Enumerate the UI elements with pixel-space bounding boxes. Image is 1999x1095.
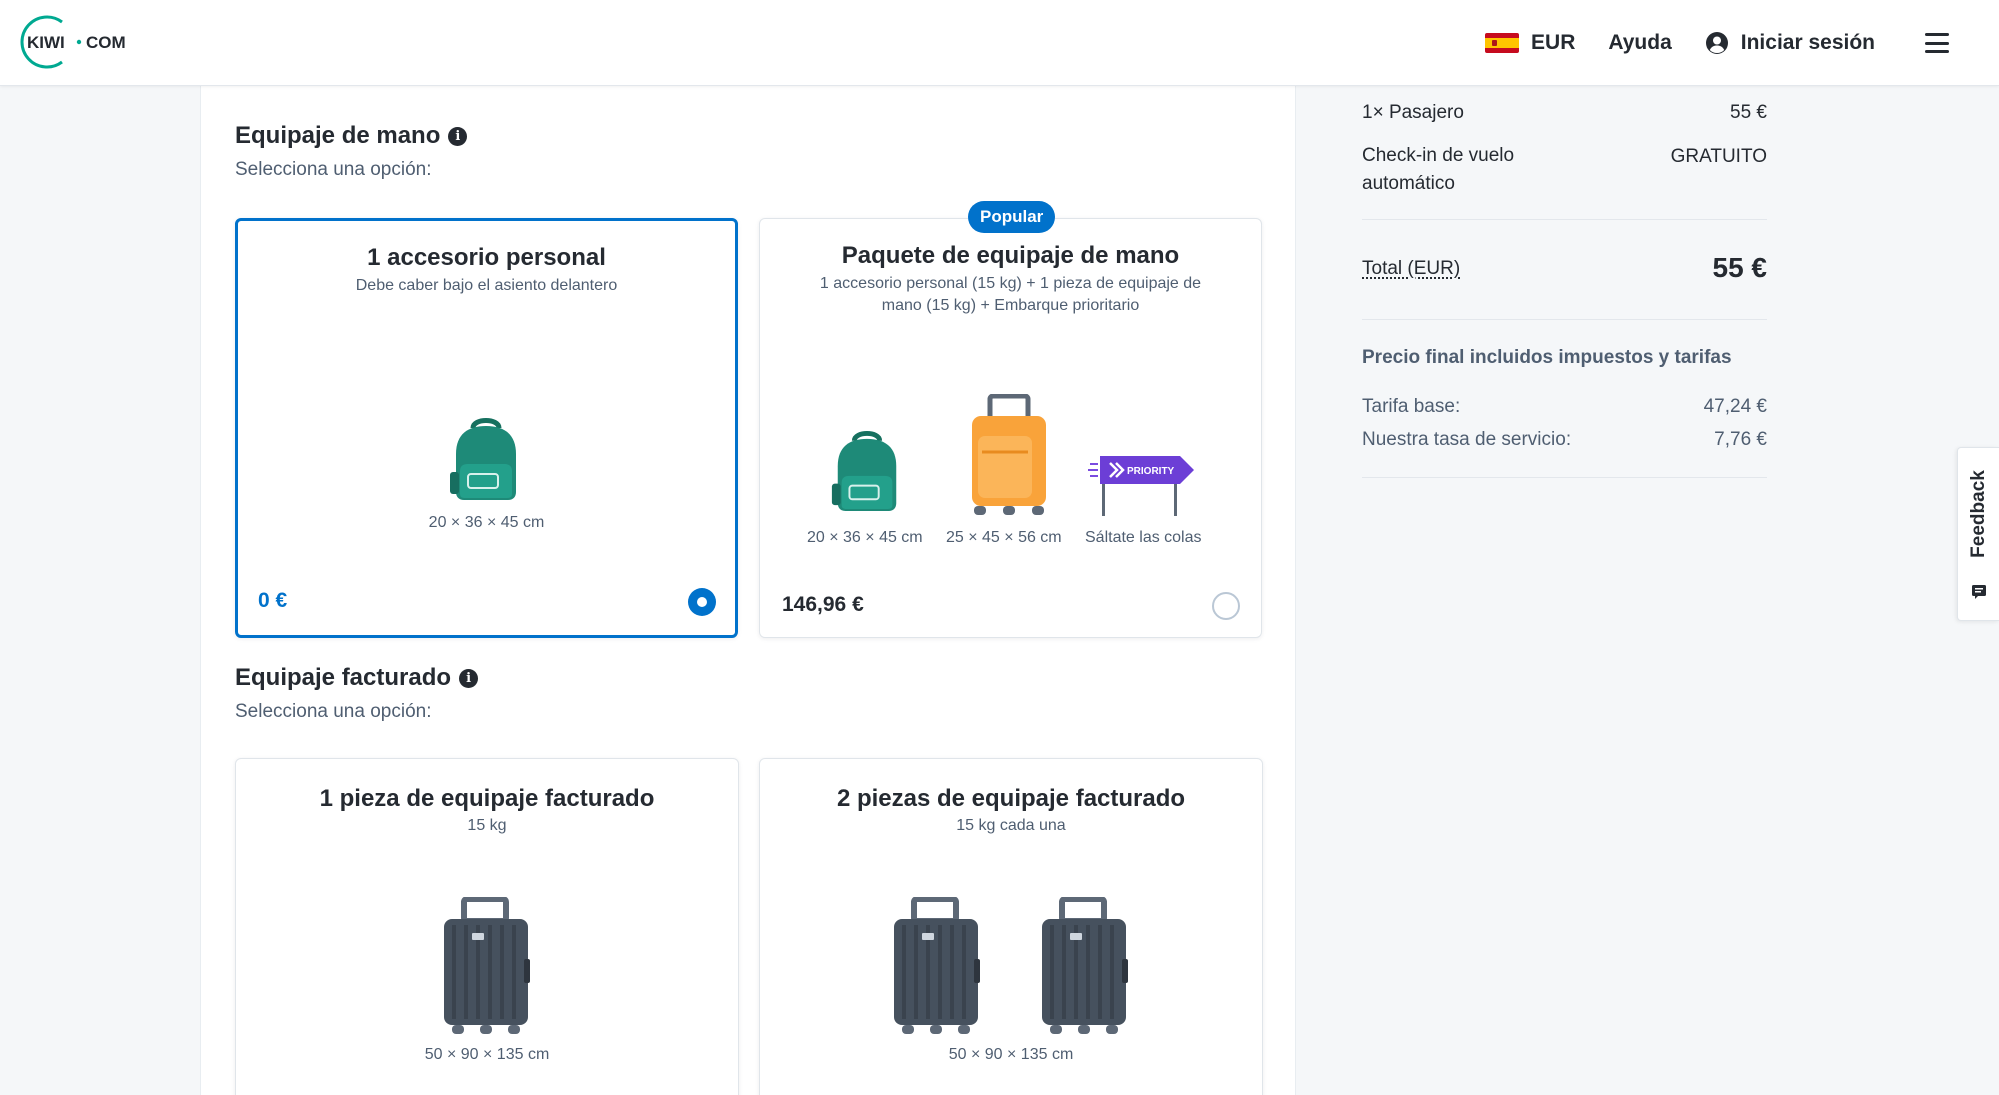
baggage-panel: Equipaje de mano i Selecciona una opción… (200, 86, 1296, 1095)
total-row: Total (EUR) 55 € (1362, 252, 1767, 283)
service-fee-row: Nuestra tasa de servicio: 7,76 € (1362, 429, 1767, 451)
option-price: 146,96 € (782, 593, 864, 616)
info-icon[interactable]: i (448, 126, 468, 146)
feedback-label: Feedback (1968, 470, 1989, 558)
total-value: 55 € (1712, 252, 1768, 283)
checkin-row: Check-in de vuelo automático GRATUITO (1362, 145, 1767, 198)
option-description: 15 kg cada una (956, 817, 1066, 834)
spain-flag-icon (1485, 33, 1520, 53)
personal-item-dimensions: 20 × 36 × 45 cm (807, 529, 923, 546)
option-price: 0 € (258, 589, 288, 612)
personal-item-dimensions: 20 × 36 × 45 cm (428, 514, 545, 531)
help-link[interactable]: Ayuda (1608, 31, 1671, 55)
info-icon[interactable]: i (459, 668, 479, 688)
option-radio[interactable] (688, 588, 716, 616)
divider (1362, 319, 1767, 320)
option-description: 15 kg (467, 817, 507, 834)
final-price-note: Precio final incluidos impuestos y tarif… (1362, 347, 1732, 368)
checked-suitcase-icon (1042, 897, 1128, 1034)
cabin-baggage-subtitle: Selecciona una opción: (235, 159, 432, 180)
svg-text:COM: COM (86, 33, 126, 52)
divider (1362, 477, 1767, 478)
checked-suitcase-icon (894, 897, 980, 1034)
user-icon (1705, 32, 1728, 54)
menu-icon[interactable] (1925, 33, 1949, 53)
total-label[interactable]: Total (EUR) (1362, 258, 1460, 279)
cabin-baggage-title: Equipaje de mano (235, 122, 441, 149)
cabin-bundle-option[interactable]: Paquete de equipaje de mano 1 accesorio … (759, 218, 1262, 638)
feedback-tab[interactable]: Feedback (1957, 447, 1999, 621)
two-checked-bags-option[interactable]: 2 piezas de equipaje facturado 15 kg cad… (759, 758, 1263, 1095)
option-radio[interactable] (1212, 592, 1240, 620)
option-description: Debe caber bajo el asiento delantero (355, 277, 618, 294)
option-title: 1 pieza de equipaje facturado (319, 785, 655, 812)
checked-baggage-heading: Equipaje facturado i (235, 664, 479, 692)
option-title: 1 accesorio personal (367, 244, 606, 271)
svg-text:KIWI: KIWI (27, 33, 65, 52)
checked-bag-dimensions: 50 × 90 × 135 cm (948, 1046, 1074, 1063)
feedback-icon (1972, 585, 1986, 599)
login-label: Iniciar sesión (1740, 31, 1875, 54)
checked-bag-dimensions: 50 × 90 × 135 cm (424, 1046, 550, 1063)
option-title: Paquete de equipaje de mano (841, 242, 1180, 269)
service-fee-label: Nuestra tasa de servicio: (1362, 429, 1572, 450)
backpack-icon (450, 418, 516, 500)
personal-item-option[interactable]: 1 accesorio personal Debe caber bajo el … (235, 218, 738, 638)
base-fare-value: 47,24 € (1703, 396, 1767, 417)
option-description: 1 accesorio personal (15 kg) + 1 pieza d… (819, 275, 1202, 314)
popular-badge: Popular (968, 201, 1056, 233)
base-fare-label: Tarifa base: (1362, 396, 1461, 417)
priority-boarding-caption: Sáltate las colas (1085, 529, 1202, 546)
service-fee-value: 7,76 € (1714, 429, 1767, 450)
cabin-baggage-heading: Equipaje de mano i (235, 122, 468, 150)
backpack-icon (831, 431, 897, 511)
base-fare-row: Tarifa base: 47,24 € (1362, 396, 1767, 418)
checked-baggage-title: Equipaje facturado (235, 664, 452, 691)
one-checked-bag-option[interactable]: 1 pieza de equipaje facturado 15 kg 50 ×… (235, 758, 739, 1095)
login-button[interactable]: Iniciar sesión (1705, 31, 1875, 55)
kiwi-logo[interactable]: KIWI COM (16, 14, 136, 70)
option-title: 2 piezas de equipaje facturado (836, 785, 1186, 812)
checkin-value: GRATUITO (1670, 146, 1767, 167)
checked-baggage-subtitle: Selecciona una opción: (235, 701, 432, 722)
checkin-label: Check-in de vuelo automático (1362, 145, 1515, 194)
priority-sign-text: PRIORITY (1127, 466, 1175, 477)
top-navigation-bar: KIWI COM EUR Ayuda Iniciar sesión (0, 0, 1999, 86)
passenger-price: 55 € (1730, 102, 1767, 123)
currency-selector[interactable]: EUR (1485, 31, 1575, 55)
checked-suitcase-icon (444, 897, 530, 1034)
passenger-row: 1× Pasajero 55 € (1362, 102, 1767, 124)
cabin-bag-dimensions: 25 × 45 × 56 cm (946, 529, 1062, 546)
passenger-label: 1× Pasajero (1362, 102, 1464, 123)
priority-sign-icon: PRIORITY (1088, 456, 1194, 516)
currency-label: EUR (1531, 31, 1576, 54)
cabin-suitcase-icon (972, 394, 1046, 515)
divider (1362, 219, 1767, 220)
top-nav: EUR Ayuda Iniciar sesión (1452, 0, 1949, 86)
